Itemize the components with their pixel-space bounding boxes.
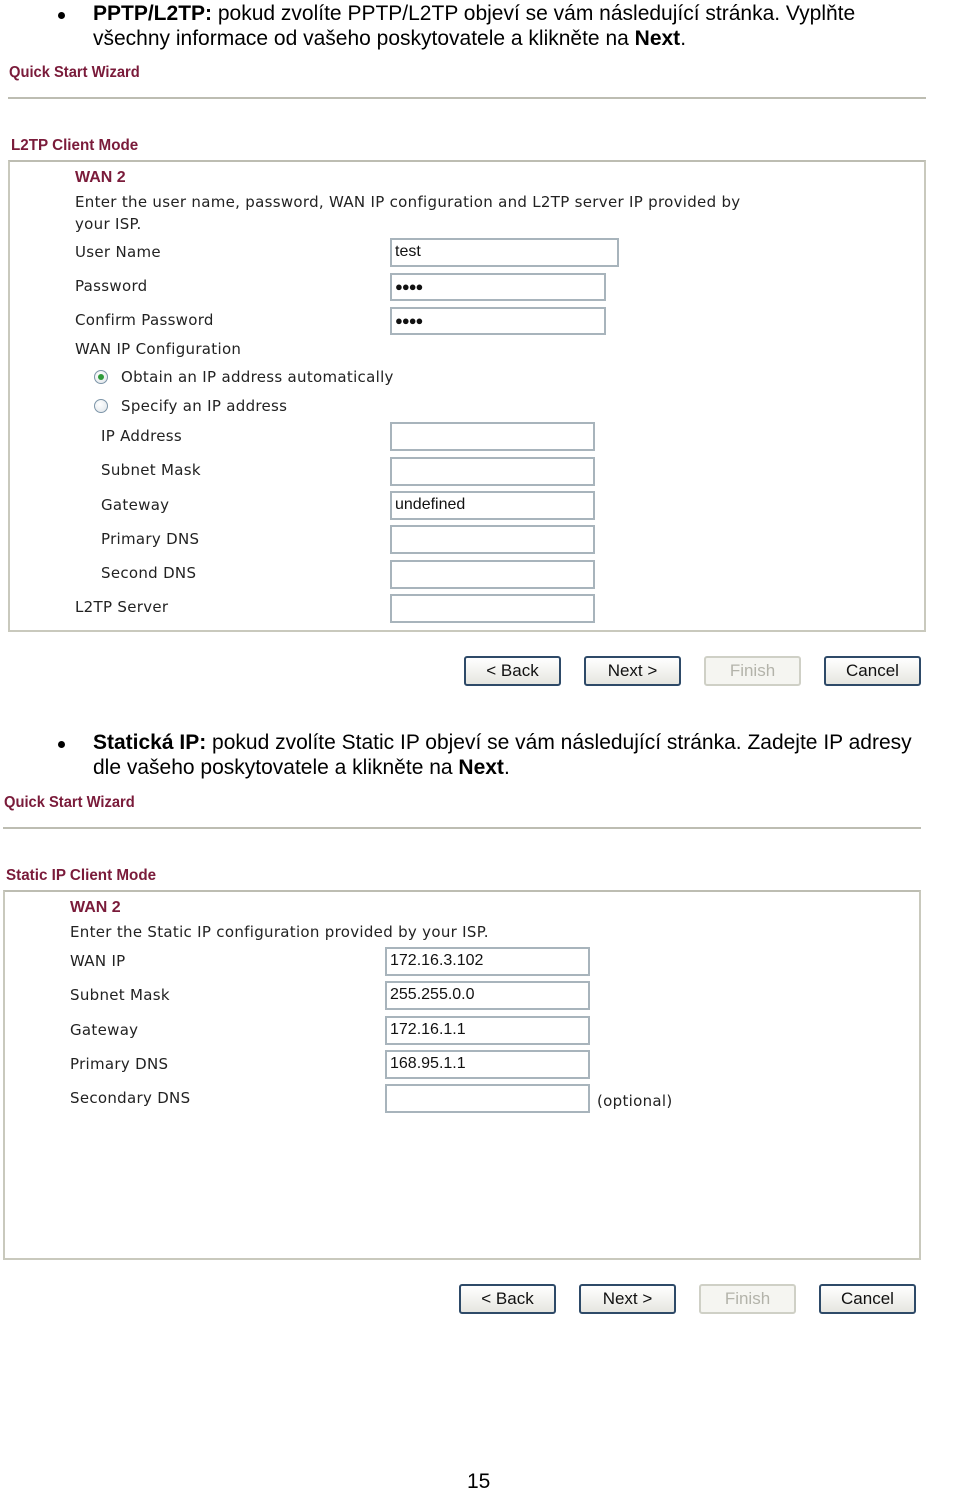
subnet-mask-label: Subnet Mask: [70, 986, 170, 1004]
gateway-input[interactable]: 172.16.1.1: [385, 1016, 590, 1045]
section1-bullet-bold: PPTP/L2TP:: [93, 2, 213, 25]
second-dns-label: Second DNS: [101, 564, 197, 582]
wan-ip-input[interactable]: 172.16.3.102: [385, 947, 590, 976]
radio-specify-ip[interactable]: [94, 399, 108, 413]
bullet-icon: [58, 741, 65, 748]
section1-period: .: [680, 27, 687, 50]
page-number: 15: [467, 1470, 491, 1493]
next-button[interactable]: Next >: [584, 656, 681, 686]
primary-dns-input[interactable]: [390, 525, 595, 554]
ip-address-label: IP Address: [101, 427, 182, 445]
next-button[interactable]: Next >: [579, 1284, 676, 1314]
ip-address-input[interactable]: [390, 422, 595, 451]
password-input[interactable]: ●●●●: [390, 273, 606, 301]
second-dns-input[interactable]: [390, 560, 595, 589]
section2-text-line2: dle vašeho poskytovatele a klikněte na: [93, 756, 459, 779]
wizard-title: Quick Start Wizard: [4, 794, 135, 811]
wan-title: WAN 2: [70, 899, 121, 916]
radio-selected-dot: [98, 374, 104, 380]
subnet-mask-input[interactable]: 255.255.0.0: [385, 981, 590, 1010]
back-button[interactable]: < Back: [459, 1284, 556, 1314]
description: Enter the Static IP configuration provid…: [70, 923, 489, 941]
radio-obtain-ip-label[interactable]: Obtain an IP address automatically: [121, 368, 394, 386]
finish-button[interactable]: Finish: [699, 1284, 796, 1314]
gateway-label: Gateway: [70, 1021, 139, 1039]
divider: [3, 827, 921, 829]
section2-paragraph: Statická IP: pokud zvolíte Static IP obj…: [93, 730, 960, 780]
cancel-button[interactable]: Cancel: [819, 1284, 916, 1314]
secondary-dns-label: Secondary DNS: [70, 1089, 191, 1107]
bullet-icon: [58, 12, 65, 19]
section1-paragraph: PPTP/L2TP: pokud zvolíte PPTP/L2TP objev…: [93, 1, 953, 51]
wizard-title: Quick Start Wizard: [9, 64, 140, 81]
confirm-password-label: Confirm Password: [75, 311, 214, 329]
primary-dns-label: Primary DNS: [101, 530, 200, 548]
radio-specify-ip-label[interactable]: Specify an IP address: [121, 397, 287, 415]
mode-title: Static IP Client Mode: [6, 867, 157, 884]
wan-title: WAN 2: [75, 169, 126, 186]
description: Enter the user name, password, WAN IP co…: [75, 193, 741, 211]
finish-button[interactable]: Finish: [704, 656, 801, 686]
gateway-label: Gateway: [101, 496, 170, 514]
section1-next-bold: Next: [634, 27, 681, 50]
section2-text-line1: pokud zvolíte Static IP objeví se vám ná…: [206, 731, 912, 754]
section2-period: .: [503, 756, 510, 779]
primary-dns-label: Primary DNS: [70, 1055, 169, 1073]
radio-obtain-ip[interactable]: [94, 370, 108, 384]
user-name-input[interactable]: test: [390, 238, 619, 267]
wan-ip-label: WAN IP: [70, 952, 126, 970]
back-button[interactable]: < Back: [464, 656, 561, 686]
optional-hint: (optional): [597, 1092, 673, 1110]
l2tp-server-label: L2TP Server: [75, 598, 169, 616]
description-line2: your ISP.: [75, 215, 142, 233]
secondary-dns-input[interactable]: [385, 1084, 590, 1113]
user-name-label: User Name: [75, 243, 161, 261]
gateway-input[interactable]: undefined: [390, 491, 595, 520]
mode-title: L2TP Client Mode: [11, 137, 139, 154]
confirm-password-input[interactable]: ●●●●: [390, 307, 606, 335]
l2tp-server-input[interactable]: [390, 594, 595, 623]
divider: [8, 97, 926, 99]
subnet-mask-label: Subnet Mask: [101, 461, 201, 479]
section2-next-bold: Next: [458, 756, 504, 779]
section2-bullet-bold: Statická IP:: [93, 731, 207, 754]
cancel-button[interactable]: Cancel: [824, 656, 921, 686]
password-label: Password: [75, 277, 148, 295]
subnet-mask-input[interactable]: [390, 457, 595, 486]
primary-dns-input[interactable]: 168.95.1.1: [385, 1050, 590, 1079]
section1-text-line1: pokud zvolíte PPTP/L2TP objeví se vám ná…: [212, 2, 856, 25]
section1-text-line2: všechny informace od vašeho poskytovatel…: [93, 27, 635, 50]
wan-ip-config-label: WAN IP Configuration: [75, 340, 242, 358]
